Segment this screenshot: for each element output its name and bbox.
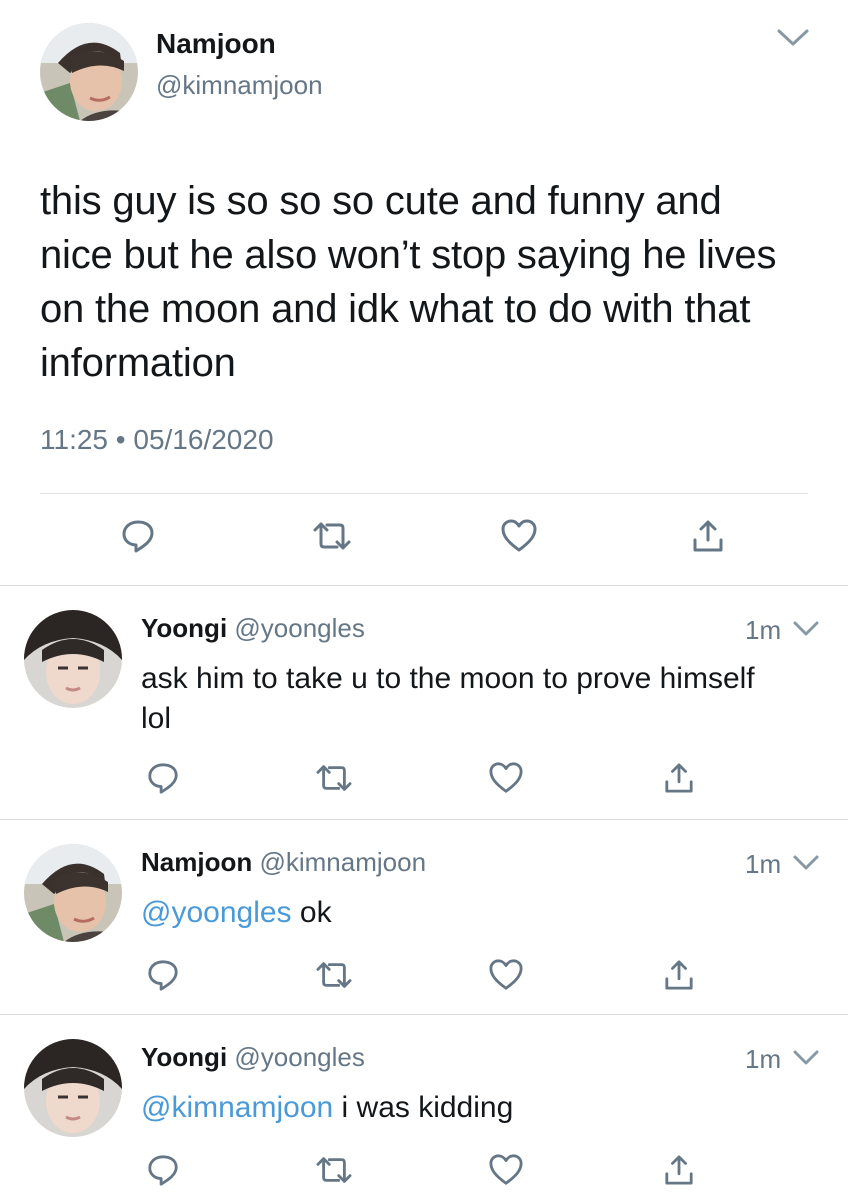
avatar[interactable] <box>24 844 122 942</box>
retweet-icon[interactable] <box>314 958 354 997</box>
author-handle[interactable]: @kimnamjoon <box>259 847 426 877</box>
reply-header: Yoongi @yoongles <box>141 613 365 644</box>
reply-tweet[interactable]: Yoongi @yoongles 1m ask him to take u to… <box>0 586 848 819</box>
action-bar <box>0 761 848 801</box>
main-tweet: Namjoon @kimnamjoon this guy is so so so… <box>0 0 848 585</box>
avatar-photo <box>24 844 122 942</box>
date: 05/16/2020 <box>133 424 274 455</box>
share-icon[interactable] <box>664 958 694 997</box>
retweet-icon[interactable] <box>314 761 354 800</box>
divider <box>40 493 808 494</box>
action-bar <box>0 958 848 998</box>
time: 11:25 <box>40 424 108 455</box>
chevron-down-icon[interactable] <box>792 854 820 872</box>
reply-text: @kimnamjoon i was kidding <box>141 1088 781 1128</box>
share-icon[interactable] <box>692 518 724 559</box>
reply-header: Yoongi @yoongles <box>141 1042 365 1073</box>
retweet-icon[interactable] <box>314 1153 354 1192</box>
tweet-text: this guy is so so so cute and funny and … <box>40 179 777 385</box>
avatar-photo <box>24 1039 122 1137</box>
share-icon[interactable] <box>664 1153 694 1192</box>
like-icon[interactable] <box>500 518 538 559</box>
reply-text: @yoongles ok <box>141 893 781 933</box>
retweet-icon[interactable] <box>311 518 353 559</box>
author-handle[interactable]: @kimnamjoon <box>156 70 323 101</box>
like-icon[interactable] <box>488 761 524 800</box>
author-handle[interactable]: @yoongles <box>234 613 364 643</box>
timestamp: 11:25 • 05/16/2020 <box>40 424 274 456</box>
like-icon[interactable] <box>488 1153 524 1192</box>
chevron-down-icon[interactable] <box>792 1049 820 1067</box>
reply-time: 1m <box>745 1044 782 1074</box>
chevron-down-icon[interactable] <box>776 28 810 48</box>
reply-text-body: ok <box>291 896 332 929</box>
chevron-down-icon[interactable] <box>792 620 820 638</box>
reply-tweet[interactable]: Namjoon @kimnamjoon 1m @yoongles ok <box>0 820 848 1014</box>
mention-link[interactable]: @yoongles <box>141 896 292 929</box>
avatar[interactable] <box>40 23 138 121</box>
mention-link[interactable]: @kimnamjoon <box>141 1091 333 1124</box>
author-name[interactable]: Namjoon <box>141 847 252 877</box>
reply-icon[interactable] <box>120 518 156 559</box>
avatar-photo <box>24 610 122 708</box>
author-name[interactable]: Namjoon <box>156 28 276 60</box>
like-icon[interactable] <box>488 958 524 997</box>
action-bar <box>0 1153 848 1193</box>
reply-icon[interactable] <box>146 1153 180 1192</box>
author-handle[interactable]: @yoongles <box>234 1042 364 1072</box>
avatar[interactable] <box>24 610 122 708</box>
action-bar <box>0 518 848 558</box>
reply-text: ask him to take u to the moon to prove h… <box>141 662 755 735</box>
reply-icon[interactable] <box>146 958 180 997</box>
reply-icon[interactable] <box>146 761 180 800</box>
avatar[interactable] <box>24 1039 122 1137</box>
reply-text-body: i was kidding <box>333 1091 514 1124</box>
author-name[interactable]: Yoongi <box>141 613 227 643</box>
reply-tweet[interactable]: Yoongi @yoongles 1m @kimnamjoon i was ki… <box>0 1015 848 1200</box>
share-icon[interactable] <box>664 761 694 800</box>
separator: • <box>115 424 126 455</box>
reply-time: 1m <box>745 849 782 879</box>
avatar-photo <box>40 23 138 121</box>
reply-time: 1m <box>745 615 782 645</box>
author-name[interactable]: Yoongi <box>141 1042 227 1072</box>
reply-header: Namjoon @kimnamjoon <box>141 847 426 878</box>
